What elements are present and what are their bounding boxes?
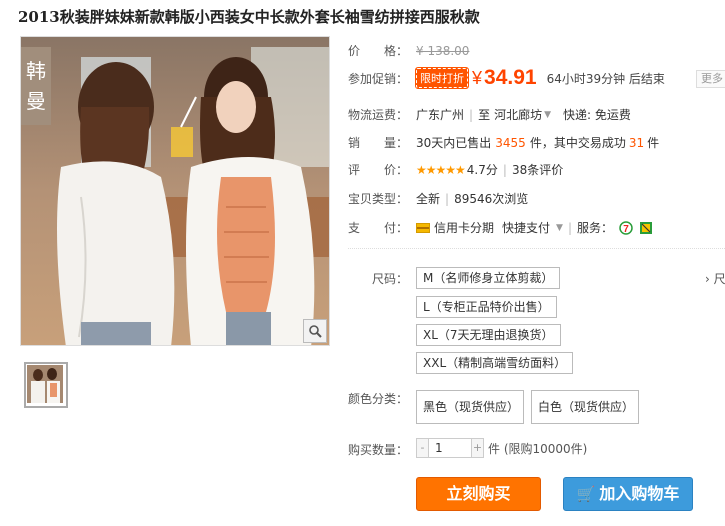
shipping-label: 物流运费： (348, 108, 409, 122)
price-label: 价 格： (348, 44, 409, 58)
main-product-image[interactable]: 韩 曼 (20, 36, 330, 346)
promo-countdown: 64小时39分钟 后结束 (546, 71, 665, 86)
service-label: 服务： (577, 221, 614, 235)
product-thumbnail[interactable] (24, 362, 68, 408)
add-to-cart-button[interactable]: 🛒 加入购物车 (563, 477, 693, 511)
type-row: 宝贝类型： 全新 | 89546次浏览 (348, 190, 528, 207)
quantity-limit-note: 件 (限购10000件) (488, 441, 588, 456)
size-option-xl[interactable]: XL（7天无理由退换货） (416, 324, 561, 346)
credit-installment-link[interactable]: 信用卡分期 (434, 219, 494, 236)
star-rating-icon: ★★★★★ (416, 162, 466, 177)
product-photo (21, 37, 329, 345)
shipping-fee: 快递: 免运费 (563, 108, 631, 122)
quantity-increase-button[interactable]: + (471, 438, 484, 458)
sales-prefix: 30天内已售出 (416, 136, 492, 150)
brand-tag-char-2: 曼 (26, 89, 46, 113)
quantity-label: 购买数量： (348, 443, 409, 457)
size-chart-link[interactable]: › 尺 (705, 270, 725, 287)
quantity-stepper: - + 件 (限购10000件) (416, 438, 587, 458)
sales-row: 销 量： 30天内已售出 3455 件，其中交易成功 31 件 (348, 134, 659, 151)
currency-symbol: ¥ (472, 67, 483, 88)
type-label: 宝贝类型： (348, 192, 409, 206)
color-option-black[interactable]: 黑色（现货供应） (416, 390, 524, 424)
shipping-to-prefix: 至 (478, 108, 491, 122)
rating-label: 评 价： (348, 163, 409, 177)
promo-price: 34.91 (484, 66, 537, 89)
chevron-down-icon[interactable]: ▼ (544, 110, 551, 120)
section-divider (348, 248, 725, 249)
shipping-row: 物流运费： 广东广州 | 至 河北廊坊 ▼ 快递: 免运费 (348, 106, 631, 123)
add-to-cart-label: 加入购物车 (599, 484, 680, 503)
rating-separator: | (502, 162, 507, 177)
payment-separator: | (567, 220, 572, 235)
reviews-link[interactable]: 38条评价 (512, 161, 563, 178)
zoom-button[interactable] (303, 319, 327, 343)
quick-pay-link[interactable]: 快捷支付 (502, 219, 550, 236)
promo-label: 参加促销： (348, 71, 409, 86)
chevron-down-icon[interactable]: ▼ (556, 223, 563, 233)
price-row: 价 格： ¥ 138.00 (348, 42, 469, 59)
size-label: 尺码： (372, 272, 409, 286)
sales-middle: 件，其中交易成功 (529, 136, 626, 150)
success-count: 31 (628, 135, 645, 150)
shipping-separator: | (469, 107, 474, 122)
cart-icon: 🛒 (576, 485, 596, 503)
size-option-xxl[interactable]: XXL（精制高端雪纺面料） (416, 352, 574, 374)
sales-suffix: 件 (647, 136, 660, 150)
type-value: 全新 (416, 192, 441, 206)
sales-count: 3455 (495, 135, 526, 150)
magnifier-icon (309, 325, 322, 338)
promo-badge: 限时打折 (415, 67, 469, 89)
size-option-l[interactable]: L（专柜正品特价出售） (416, 296, 557, 318)
quantity-decrease-button[interactable]: - (416, 438, 429, 458)
buy-now-button[interactable]: 立刻购买 (416, 477, 541, 511)
brand-tag: 韩 曼 (21, 47, 51, 125)
more-promos-button[interactable]: 更多 (696, 70, 725, 88)
shipping-from[interactable]: 广东广州 (416, 106, 464, 123)
rating-score: 4.7分 (466, 163, 498, 177)
color-option-white[interactable]: 白色（现货供应） (531, 390, 639, 424)
brand-tag-char-1: 韩 (26, 59, 46, 83)
rating-row: 评 价： ★★★★★ 4.7分 | 38条评价 (348, 161, 563, 178)
thumbnail-image (27, 365, 63, 403)
credit-card-icon (416, 222, 430, 233)
size-option-m[interactable]: M（名师修身立体剪裁） (416, 267, 561, 289)
payment-label: 支 付： (348, 221, 409, 235)
shipping-to[interactable]: 河北廊坊 (494, 106, 542, 123)
sales-label: 销 量： (348, 136, 409, 150)
payment-row: 支 付： 信用卡分期 快捷支付 ▼ | 服务： 7 (348, 219, 653, 236)
seven-day-return-icon[interactable]: 7 (619, 220, 633, 235)
view-count: 89546次浏览 (454, 192, 529, 206)
color-label: 颜色分类： (348, 392, 409, 406)
svg-text:7: 7 (623, 224, 629, 235)
original-price: ¥ 138.00 (416, 43, 470, 58)
guarantee-icon[interactable] (639, 221, 653, 235)
promo-row: 参加促销： 限时打折 ¥ 34.91 64小时39分钟 后结束 (348, 66, 665, 90)
product-title: 2013秋装胖妹妹新款韩版小西装女中长款外套长袖雪纺拼接西服秋款 (18, 8, 480, 26)
type-separator: | (445, 191, 450, 206)
quantity-input[interactable] (429, 438, 471, 458)
